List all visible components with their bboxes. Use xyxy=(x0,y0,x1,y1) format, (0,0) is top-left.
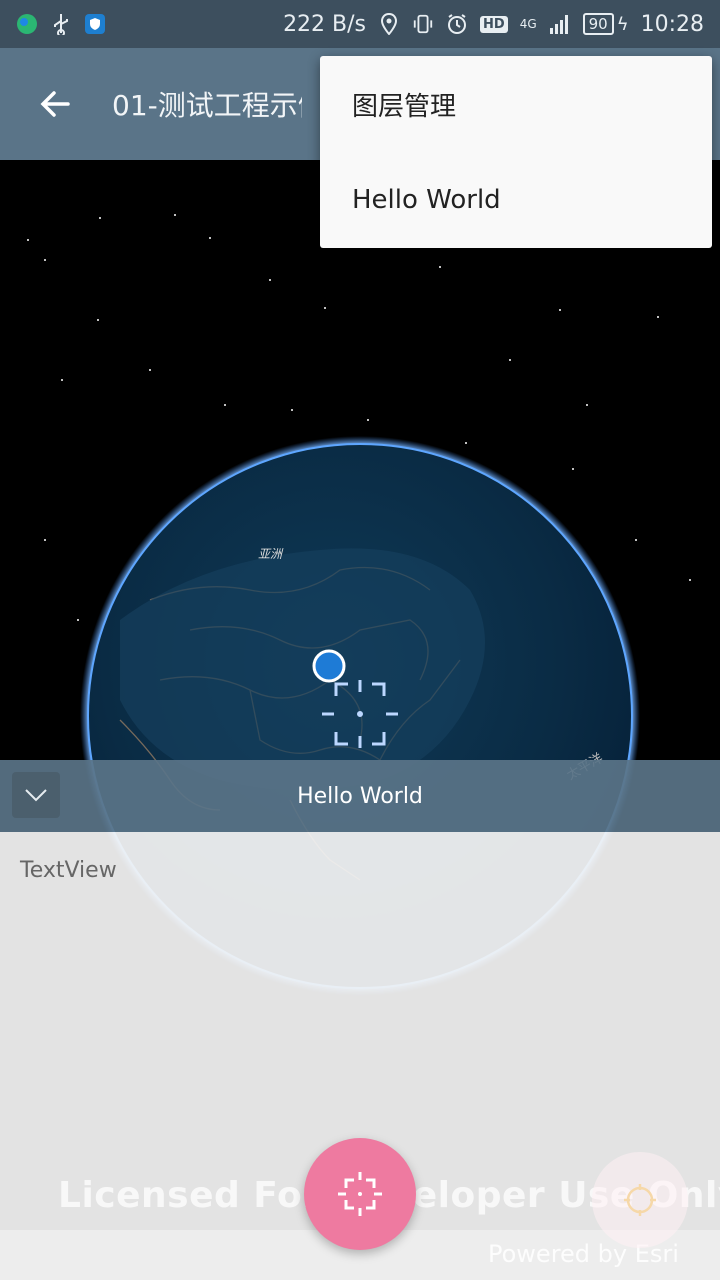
vibrate-icon xyxy=(412,13,434,35)
alarm-icon xyxy=(446,13,468,35)
menu-item-hello-world[interactable]: Hello World xyxy=(320,152,712,248)
network-type: 4G xyxy=(519,17,537,31)
panel-header: Hello World xyxy=(0,760,720,832)
usb-icon xyxy=(50,13,72,35)
net-speed: 222 B/s xyxy=(283,11,367,37)
target-icon xyxy=(624,1184,656,1216)
arrow-left-icon xyxy=(40,91,70,117)
globe-app-icon xyxy=(16,13,38,35)
clock: 10:28 xyxy=(640,11,704,37)
continent-label: 亚洲 xyxy=(258,547,284,561)
collapse-button[interactable] xyxy=(12,772,60,818)
location-icon xyxy=(378,13,400,35)
charging-icon: ϟ xyxy=(616,13,629,35)
panel-title: Hello World xyxy=(297,783,423,809)
battery-indicator: 90 ϟ xyxy=(582,13,629,35)
status-bar: 222 B/s HD 4G 90 ϟ 10:28 xyxy=(0,0,720,48)
page-title: 01-测试工程示例 xyxy=(112,89,302,122)
location-marker[interactable] xyxy=(312,649,346,683)
back-button[interactable] xyxy=(0,48,112,160)
panel-textview: TextView xyxy=(20,858,117,883)
compass-fab-button[interactable] xyxy=(592,1152,688,1248)
hd-badge: HD xyxy=(480,15,508,33)
locate-fab-button[interactable] xyxy=(304,1138,416,1250)
crosshair-icon xyxy=(338,1172,382,1216)
signal-icon xyxy=(549,13,571,35)
overflow-menu: 图层管理 Hello World xyxy=(320,56,712,248)
shield-icon xyxy=(84,13,106,35)
menu-item-layer-management[interactable]: 图层管理 xyxy=(320,56,712,152)
chevron-down-icon xyxy=(25,789,47,802)
